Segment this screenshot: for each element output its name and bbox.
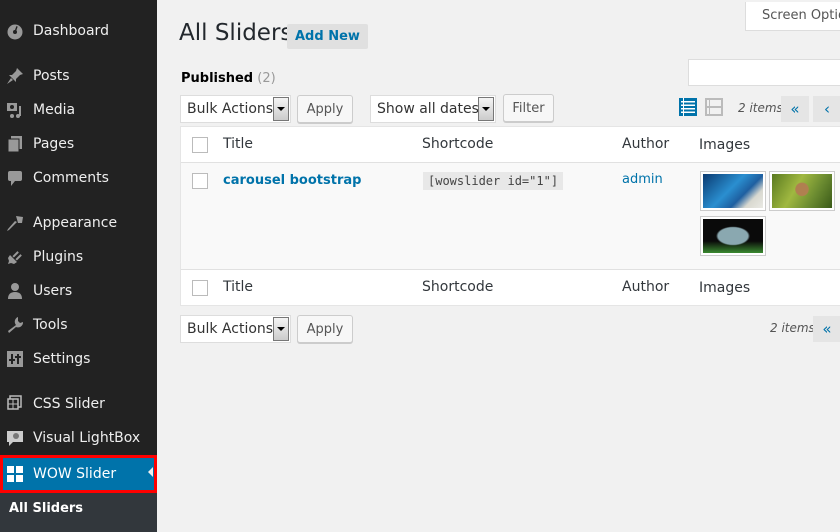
first-page-button-bottom[interactable]: « [813, 316, 840, 342]
wow-slider-submenu: All Sliders [0, 493, 157, 532]
select-all-checkbox-footer[interactable] [192, 280, 208, 296]
sidebar-item-users[interactable]: Users [0, 274, 157, 308]
brown-butterfly-thumbnail[interactable] [769, 171, 835, 211]
add-new-button[interactable]: Add New [287, 24, 368, 49]
brush-icon [6, 214, 24, 232]
search-input[interactable] [688, 59, 840, 86]
sidebar-item-pages[interactable]: Pages [0, 127, 157, 161]
published-label: Published [181, 71, 254, 86]
sliders-table: Title Shortcode Author Images carousel b… [180, 126, 840, 306]
lightbox-icon [6, 429, 24, 447]
sidebar-item-label: Plugins [33, 249, 84, 265]
sidebar-item-label: Users [33, 283, 73, 299]
bulk-actions-select-bottom[interactable]: Bulk Actions [180, 315, 291, 343]
sidebar-item-media[interactable]: Media [0, 93, 157, 127]
select-all-checkbox[interactable] [192, 137, 208, 153]
striped-butterfly-thumbnail[interactable] [700, 216, 766, 256]
dashboard-icon [6, 22, 24, 40]
bulk-actions-value: Bulk Actions [187, 101, 274, 117]
dates-value: Show all dates [377, 101, 479, 117]
css-slider-icon [6, 395, 24, 413]
sidebar-item-label: Dashboard [33, 23, 109, 39]
sidebar-item-comments[interactable]: Comments [0, 161, 157, 195]
submenu-item-all-sliders[interactable]: All Sliders [9, 501, 83, 516]
sidebar-item-plugins[interactable]: Plugins [0, 240, 157, 274]
blue-butterfly-thumbnail[interactable] [700, 171, 766, 211]
pin-icon [6, 67, 24, 85]
items-count-top: 2 items [738, 101, 783, 115]
sidebar-item-label: Comments [33, 170, 109, 186]
sidebar-item-label: Visual LightBox [33, 430, 141, 446]
dropdown-arrow-icon[interactable] [478, 97, 494, 121]
published-count: (2) [257, 71, 276, 86]
comment-icon [6, 169, 24, 187]
sidebar-item-label: WOW Slider [33, 466, 117, 482]
filter-button[interactable]: Filter [503, 94, 554, 122]
column-footer-title[interactable]: Title [223, 279, 253, 295]
screen-options-button[interactable]: Screen Options [745, 2, 840, 31]
sidebar-item-label: Media [33, 102, 76, 118]
sidebar-item-appearance[interactable]: Appearance [0, 206, 157, 240]
dropdown-arrow-icon[interactable] [273, 97, 289, 121]
author-link[interactable]: admin [622, 172, 663, 187]
sidebar-item-settings[interactable]: Settings [0, 342, 157, 376]
excerpt-view-icon[interactable] [705, 98, 723, 116]
list-view-icon[interactable] [679, 98, 697, 116]
column-header-images: Images [699, 137, 751, 153]
bulk-actions-select-top[interactable]: Bulk Actions [180, 95, 291, 123]
plug-icon [6, 248, 24, 266]
grid-icon [6, 465, 24, 483]
page-title: All Sliders [179, 20, 293, 46]
apply-button-bottom[interactable]: Apply [297, 315, 353, 343]
first-page-button-top[interactable]: « [781, 96, 809, 122]
status-filter-published[interactable]: Published (2) [181, 71, 276, 86]
sidebar-item-dashboard[interactable]: Dashboard [0, 14, 157, 48]
apply-button-top[interactable]: Apply [297, 95, 353, 123]
sidebar-item-posts[interactable]: Posts [0, 59, 157, 93]
sidebar-item-tools[interactable]: Tools [0, 308, 157, 342]
media-icon [6, 101, 24, 119]
column-footer-author: Author [622, 279, 670, 295]
pages-icon [6, 135, 24, 153]
column-header-shortcode: Shortcode [422, 136, 494, 152]
row-checkbox[interactable] [192, 173, 208, 189]
sidebar-item-label: CSS Slider [33, 396, 105, 412]
sidebar-item-label: Posts [33, 68, 70, 84]
table-footer: Title Shortcode Author Images [181, 270, 840, 306]
items-count-bottom: 2 items [770, 321, 815, 335]
current-menu-arrow-icon [148, 467, 153, 477]
settings-icon [6, 350, 24, 368]
wrench-icon [6, 316, 24, 334]
sidebar-item-visual-lightbox[interactable]: Visual LightBox [0, 421, 157, 455]
table-header: Title Shortcode Author Images [181, 127, 840, 163]
column-header-title[interactable]: Title [223, 136, 253, 152]
sidebar-item-wow-slider[interactable]: WOW Slider [0, 455, 157, 493]
user-icon [6, 282, 24, 300]
sidebar-item-css-slider[interactable]: CSS Slider [0, 387, 157, 421]
sidebar-item-label: Pages [33, 136, 75, 152]
admin-sidebar: Dashboard Posts Media Pages Comments App… [0, 0, 157, 532]
column-footer-shortcode: Shortcode [422, 279, 494, 295]
column-header-author: Author [622, 136, 670, 152]
table-row: carousel bootstrap [wowslider id="1"] ad… [181, 163, 840, 270]
dates-select[interactable]: Show all dates [370, 95, 496, 123]
column-footer-images: Images [699, 280, 751, 296]
dropdown-arrow-icon[interactable] [273, 317, 289, 341]
bulk-actions-value: Bulk Actions [187, 321, 274, 337]
shortcode-value: [wowslider id="1"] [423, 172, 564, 190]
sidebar-item-label: Appearance [33, 215, 118, 231]
sidebar-item-label: Settings [33, 351, 91, 367]
prev-page-button-top[interactable]: ‹ [813, 96, 840, 122]
slider-title-link[interactable]: carousel bootstrap [223, 173, 361, 188]
sidebar-item-label: Tools [33, 317, 68, 333]
